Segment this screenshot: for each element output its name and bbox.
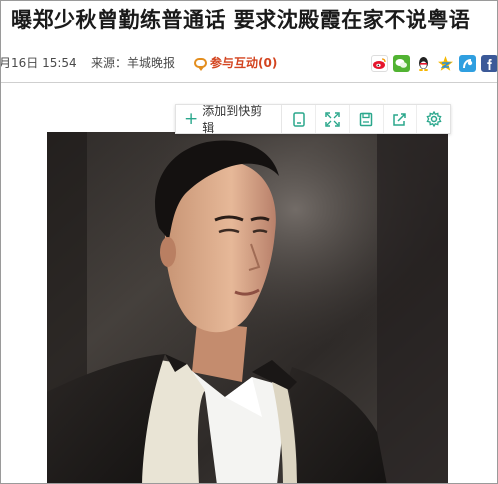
settings-icon xyxy=(426,111,442,127)
add-to-quick-clip-label: 添加到快剪辑 xyxy=(202,104,263,135)
meta-divider xyxy=(1,82,497,83)
clip-icon xyxy=(293,111,305,127)
share-bar xyxy=(371,55,497,72)
publish-date: 月16日 15:54 xyxy=(0,56,77,70)
save-button[interactable] xyxy=(350,105,384,133)
interact-label: 参与互动 xyxy=(210,56,259,70)
quick-clip-toolbar: + 添加到快剪辑 xyxy=(175,104,451,135)
facebook-icon[interactable] xyxy=(481,55,497,72)
article-photo xyxy=(47,132,448,483)
qzone-icon[interactable] xyxy=(437,55,454,72)
weibo-icon[interactable] xyxy=(371,55,388,72)
add-to-quick-clip-button[interactable]: + 添加到快剪辑 xyxy=(176,104,283,135)
article-headline: 曝郑少秋曾勤练普通话 要求沈殿霞在家不说粤语 xyxy=(11,8,471,32)
wechat-icon[interactable] xyxy=(393,55,410,72)
interact-link[interactable]: 参与互动 (0) xyxy=(194,51,277,75)
tencent-weibo-icon[interactable] xyxy=(459,55,476,72)
plus-icon: + xyxy=(184,108,199,129)
article-frame: 曝郑少秋曾勤练普通话 要求沈殿霞在家不说粤语 月16日 15:54 来源：羊城晚… xyxy=(0,0,498,484)
fullscreen-icon xyxy=(325,111,340,127)
comment-bubble-icon xyxy=(194,58,207,71)
fullscreen-button[interactable] xyxy=(316,105,350,133)
settings-button[interactable] xyxy=(417,105,450,133)
qq-icon[interactable] xyxy=(415,55,432,72)
save-icon xyxy=(359,112,373,126)
article-source: 来源：羊城晚报 xyxy=(91,56,176,70)
share-out-button[interactable] xyxy=(384,105,418,133)
clip-button[interactable] xyxy=(282,105,317,133)
interact-count: (0) xyxy=(258,56,278,70)
share-out-icon xyxy=(393,112,407,126)
